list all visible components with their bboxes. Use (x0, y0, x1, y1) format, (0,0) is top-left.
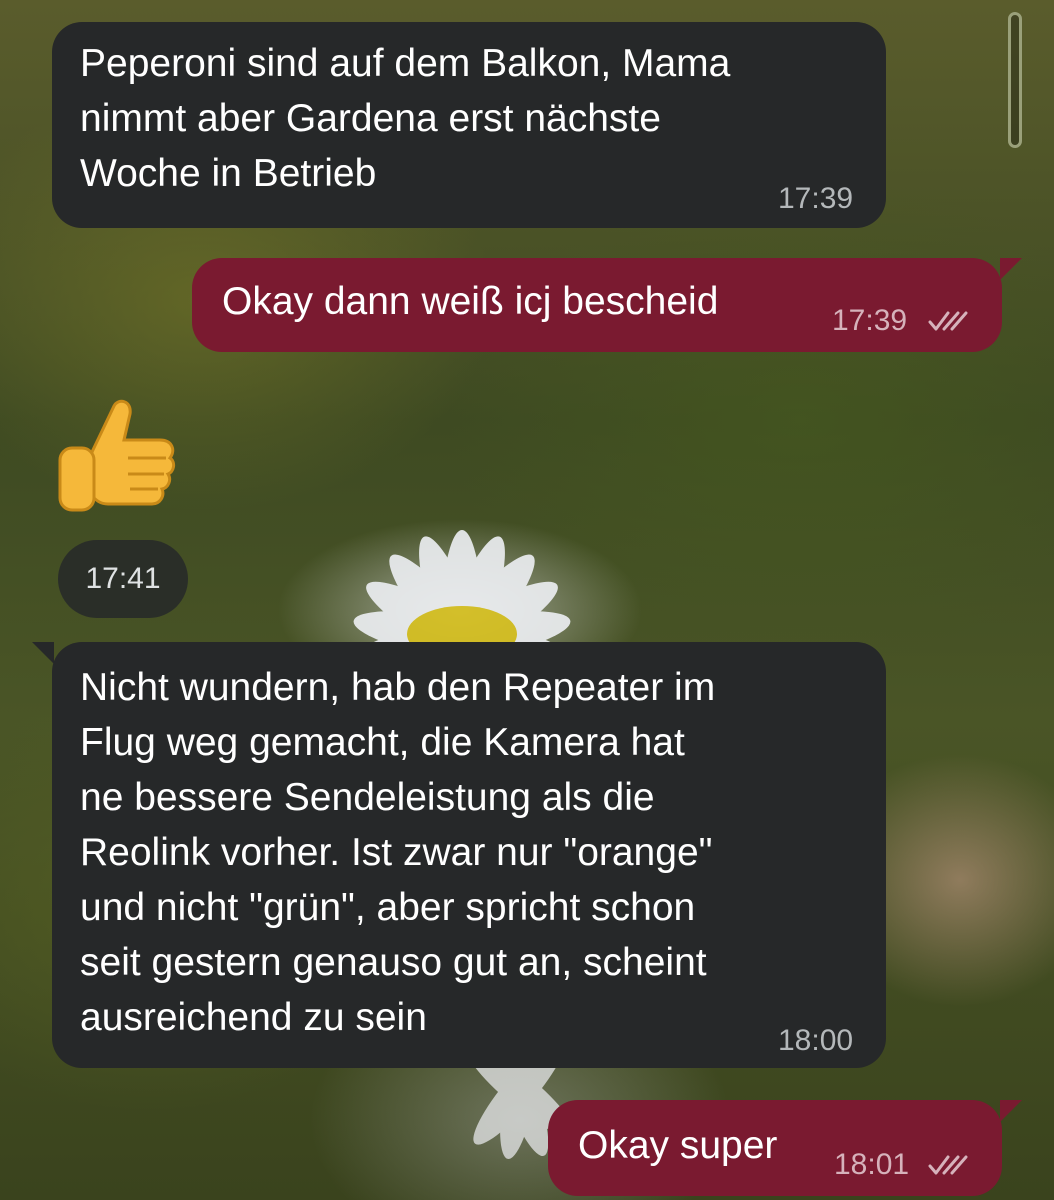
message-text: Okay super (578, 1124, 778, 1167)
message-bubble-incoming[interactable]: Nicht wundern, hab den Repeater im Flug … (32, 642, 886, 1068)
thumbs-up-emoji-image (58, 399, 176, 512)
message-bubble-outgoing[interactable]: Okay dann weiß icj bescheid 17:39 (192, 258, 1022, 352)
message-text: Peperoni sind auf dem Balkon, Mama nimmt… (80, 42, 731, 195)
bubble-tail (1000, 258, 1022, 280)
emoji-time-badge: 17:41 (58, 540, 188, 618)
message-time: 17:41 (85, 562, 161, 595)
thumbs-up-icon[interactable] (52, 392, 182, 522)
scrollbar-thumb[interactable] (1008, 12, 1022, 148)
message-text: Okay dann weiß icj bescheid (222, 280, 719, 323)
message-time: 17:39 (778, 182, 854, 215)
bubble-tail (32, 642, 54, 664)
bubble-tail (1000, 1100, 1022, 1122)
message-time: 18:01 (834, 1148, 910, 1181)
message-bubble-incoming[interactable]: Peperoni sind auf dem Balkon, Mama nimmt… (52, 22, 886, 228)
message-text: Nicht wundern, hab den Repeater im Flug … (80, 666, 716, 1039)
message-time: 18:00 (778, 1024, 854, 1057)
message-time: 17:39 (832, 304, 908, 337)
double-check-icon (928, 311, 968, 331)
double-check-icon (928, 1155, 968, 1175)
message-bubble-outgoing[interactable]: Okay super 18:01 (548, 1100, 1022, 1196)
